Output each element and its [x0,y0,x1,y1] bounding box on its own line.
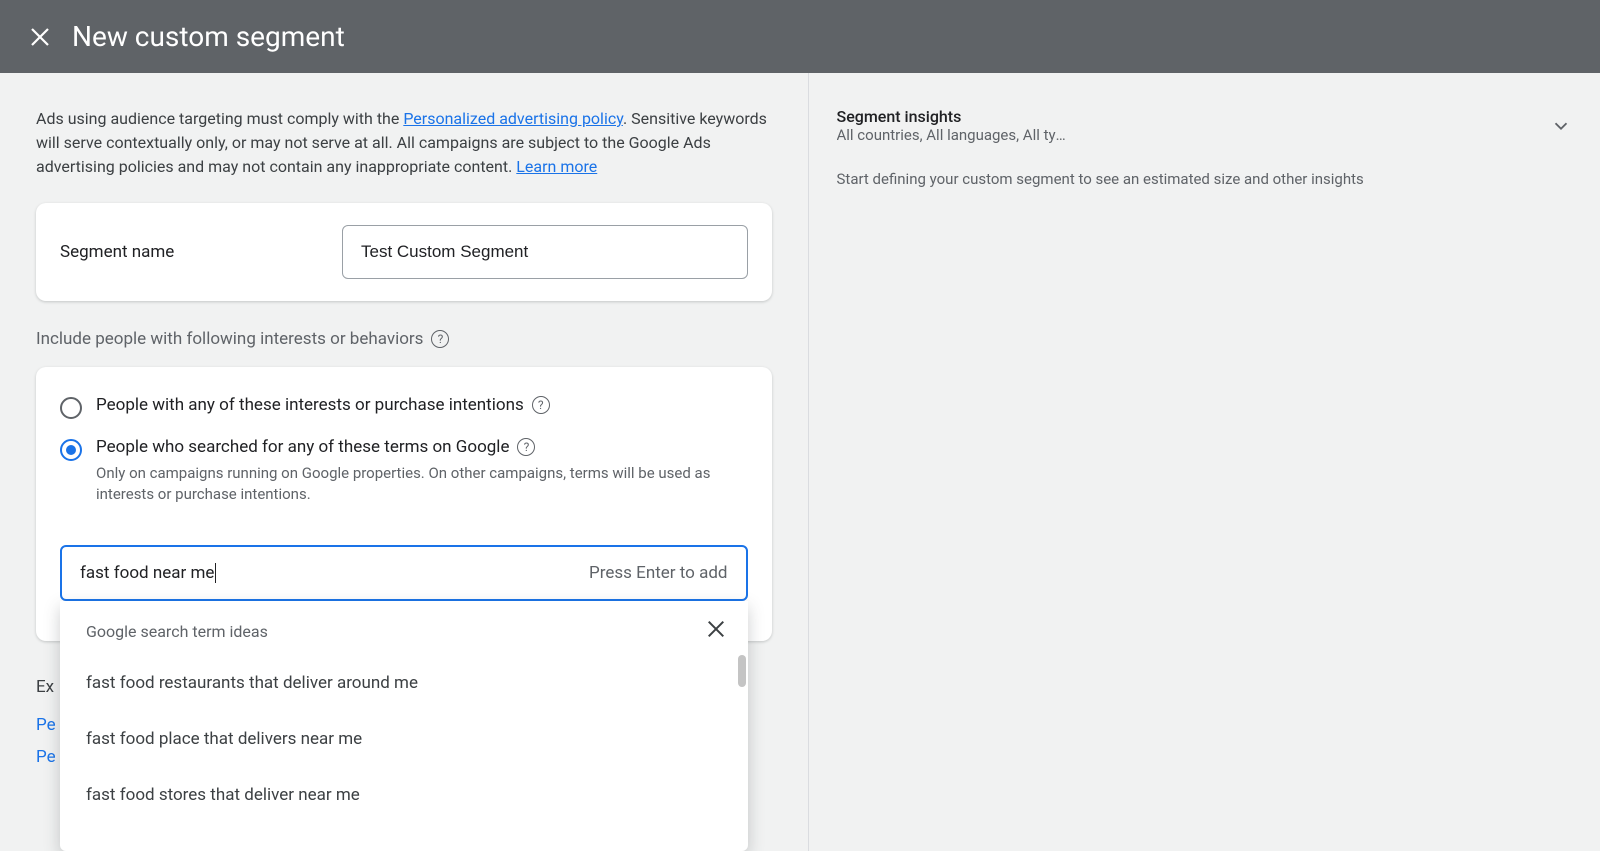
policy-notice: Ads using audience targeting must comply… [36,107,772,179]
search-term-wrapper: fast food near me Press Enter to add Goo… [60,545,748,601]
insights-description: Start defining your custom segment to se… [837,168,1573,191]
main-panel: Ads using audience targeting must comply… [0,73,809,851]
segment-name-input[interactable] [342,225,748,279]
search-term-value: fast food near me [80,563,216,583]
modal-header: New custom segment [0,0,1600,73]
search-term-hint: Press Enter to add [589,563,727,583]
insights-title: Segment insights [837,107,1541,126]
option-searched-text: People who searched for any of these ter… [96,437,509,457]
page-title: New custom segment [72,20,345,53]
suggestions-dropdown: Google search term ideas fast food resta… [60,601,748,851]
suggestion-item[interactable]: fast food restaurants that deliver aroun… [60,655,748,711]
learn-more-link[interactable]: Learn more [516,157,597,176]
suggestion-item[interactable]: fast food place that delivers near me [60,711,748,767]
option-searched-desc: Only on campaigns running on Google prop… [96,463,748,505]
include-label-text: Include people with following interests … [36,329,423,349]
options-card: People with any of these interests or pu… [36,367,772,641]
suggestions-close-button[interactable] [706,619,726,643]
insights-expand-toggle[interactable] [1550,115,1572,141]
option-interests-row[interactable]: People with any of these interests or pu… [60,395,748,419]
suggestion-item[interactable]: fast food stores that deliver near me [60,767,748,823]
search-term-input[interactable]: fast food near me Press Enter to add [60,545,748,601]
suggestions-list: fast food restaurants that deliver aroun… [60,655,748,823]
radio-interests[interactable] [60,397,82,419]
text-caret [215,563,216,583]
option-interests-text: People with any of these interests or pu… [96,395,524,415]
insights-subtitle: All countries, All languages, All typ… [837,126,1067,144]
notice-text-before: Ads using audience targeting must comply… [36,109,403,128]
help-icon[interactable]: ? [532,396,550,414]
policy-link[interactable]: Personalized advertising policy [403,109,623,128]
suggestions-title: Google search term ideas [86,622,268,641]
help-icon[interactable]: ? [431,330,449,348]
chevron-down-icon [1550,115,1572,137]
option-searched-label: People who searched for any of these ter… [96,437,748,457]
segment-name-label: Segment name [60,242,310,262]
include-label: Include people with following interests … [36,329,772,349]
close-icon [29,26,51,48]
scrollbar-thumb[interactable] [738,655,746,687]
option-interests-label: People with any of these interests or pu… [96,395,550,415]
help-icon[interactable]: ? [517,438,535,456]
segment-name-card: Segment name [36,203,772,301]
close-button[interactable] [28,25,52,49]
insights-panel: Segment insights All countries, All lang… [809,73,1600,851]
close-icon [706,619,726,639]
option-searched-row[interactable]: People who searched for any of these ter… [60,437,748,505]
radio-searched[interactable] [60,439,82,461]
